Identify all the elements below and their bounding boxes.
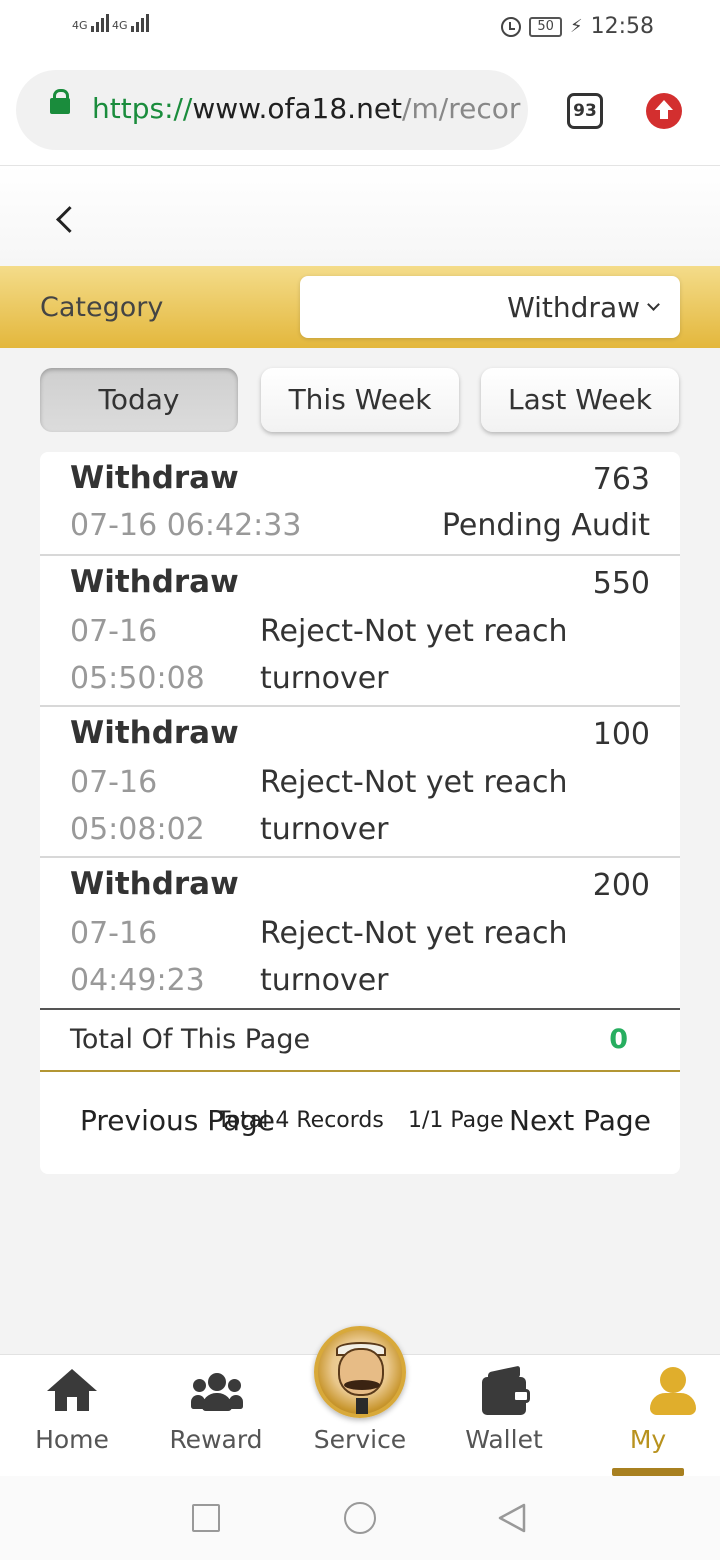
record-status-cont: turnover xyxy=(260,812,389,847)
network-type-label: 4G xyxy=(72,19,88,32)
record-amount: 100 xyxy=(592,717,650,752)
record-date: 07-16 xyxy=(70,916,158,951)
record-status: Reject-Not yet reach xyxy=(260,765,568,800)
record-row[interactable]: Withdraw 100 07-16 05:08:02 Reject-Not y… xyxy=(40,707,680,858)
record-time: 04:49:23 xyxy=(70,963,205,998)
next-page-button[interactable]: Next Page xyxy=(509,1104,651,1137)
nav-my[interactable]: My xyxy=(576,1355,720,1477)
nav-label: Home xyxy=(35,1425,109,1454)
network-type-label: 4G xyxy=(112,19,128,32)
record-amount: 550 xyxy=(592,566,650,601)
record-date: 07-16 xyxy=(70,765,158,800)
record-status: Reject-Not yet reach xyxy=(260,916,568,951)
upload-icon[interactable] xyxy=(646,93,682,129)
system-nav-bar xyxy=(0,1476,720,1560)
category-bar: Category Withdraw xyxy=(0,266,720,348)
clock: 12:58 xyxy=(590,14,654,39)
alarm-icon xyxy=(501,16,522,37)
tab-this-week[interactable]: This Week xyxy=(261,368,459,432)
signal-bars-icon xyxy=(90,14,109,32)
nav-label: Service xyxy=(313,1425,407,1454)
nav-wallet[interactable]: Wallet xyxy=(432,1355,576,1477)
record-type: Withdraw xyxy=(70,460,239,496)
total-label: Total Of This Page xyxy=(70,1024,311,1055)
signal-indicator-2: 4G xyxy=(112,14,149,32)
record-amount: 763 xyxy=(592,462,650,497)
url-host: www.ofa18.net xyxy=(192,92,403,125)
category-selected-value: Withdraw xyxy=(507,291,640,324)
users-icon xyxy=(191,1373,243,1413)
record-status: Pending Audit xyxy=(441,508,650,543)
home-icon xyxy=(47,1369,97,1419)
active-tab-indicator xyxy=(612,1468,684,1476)
record-time: 05:50:08 xyxy=(70,661,205,696)
record-status-cont: turnover xyxy=(260,661,389,696)
nav-home[interactable]: Home xyxy=(0,1355,144,1477)
tab-last-week[interactable]: Last Week xyxy=(481,368,679,432)
lock-icon xyxy=(50,89,70,114)
url-text: https://www.ofa18.net/m/recor xyxy=(92,92,520,125)
back-arrow-icon[interactable] xyxy=(52,206,82,236)
nav-label: My xyxy=(629,1425,667,1454)
battery-icon: 50 xyxy=(529,16,562,37)
address-bar[interactable]: https://www.ofa18.net/m/recor xyxy=(16,70,528,150)
record-row[interactable]: Withdraw 200 07-16 04:49:23 Reject-Not y… xyxy=(40,858,680,1010)
total-value: 0 xyxy=(609,1024,628,1055)
service-avatar[interactable] xyxy=(314,1326,406,1418)
category-select[interactable]: Withdraw xyxy=(300,276,680,338)
url-path: /m/recor xyxy=(402,92,521,125)
record-status: Reject-Not yet reach xyxy=(260,614,568,649)
nav-label: Wallet xyxy=(465,1425,543,1454)
user-icon xyxy=(650,1367,696,1419)
records-count: Total 4 Records xyxy=(217,1108,384,1133)
pagination: Previous Page Total 4 Records 1/1 Page N… xyxy=(40,1092,680,1152)
tab-today[interactable]: Today xyxy=(40,368,238,432)
records-card: Withdraw 763 07-16 06:42:33 Pending Audi… xyxy=(40,452,680,1174)
record-datetime: 07-16 06:42:33 xyxy=(70,508,302,543)
charging-icon: ⚡ xyxy=(569,16,583,37)
signal-indicator-1: 4G xyxy=(72,14,109,32)
category-label: Category xyxy=(40,292,164,323)
page-header xyxy=(0,166,720,266)
record-type: Withdraw xyxy=(70,715,239,751)
status-bar: 4G 4G 50 ⚡ 12:58 xyxy=(0,0,720,56)
record-amount: 200 xyxy=(592,868,650,903)
record-status-cont: turnover xyxy=(260,963,389,998)
nav-label: Reward xyxy=(169,1425,263,1454)
record-row[interactable]: Withdraw 550 07-16 05:50:08 Reject-Not y… xyxy=(40,556,680,707)
status-right: 50 ⚡ 12:58 xyxy=(501,14,654,39)
home-button-icon[interactable] xyxy=(344,1502,376,1534)
nav-reward[interactable]: Reward xyxy=(144,1355,288,1477)
record-type: Withdraw xyxy=(70,866,239,902)
chevron-down-icon xyxy=(647,298,660,311)
wallet-icon xyxy=(482,1365,530,1415)
page-indicator: 1/1 Page xyxy=(408,1108,504,1133)
page-total-row: Total Of This Page 0 xyxy=(40,1010,680,1072)
record-type: Withdraw xyxy=(70,564,239,600)
signal-bars-icon xyxy=(130,14,149,32)
record-date: 07-16 xyxy=(70,614,158,649)
back-triangle-icon[interactable] xyxy=(496,1502,528,1534)
record-row[interactable]: Withdraw 763 07-16 06:42:33 Pending Audi… xyxy=(40,452,680,556)
recent-apps-icon[interactable] xyxy=(192,1504,220,1532)
tab-switcher-button[interactable]: 93 xyxy=(567,93,603,129)
browser-toolbar: https://www.ofa18.net/m/recor 93 xyxy=(0,56,720,166)
record-time: 05:08:02 xyxy=(70,812,205,847)
url-scheme: https:// xyxy=(92,92,193,125)
